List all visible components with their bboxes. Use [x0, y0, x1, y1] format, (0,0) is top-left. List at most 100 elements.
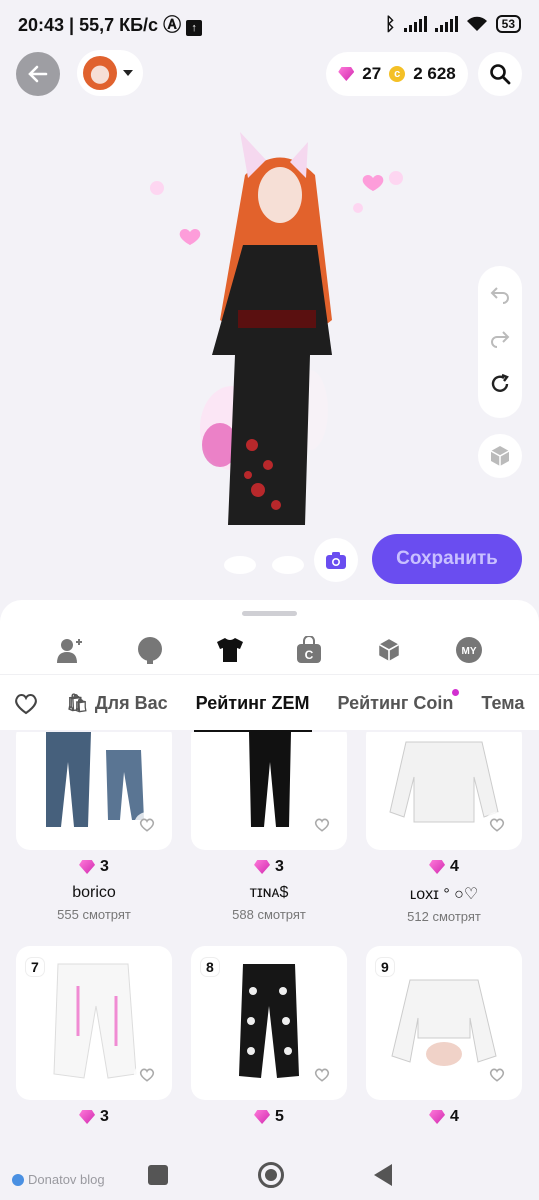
back-nav-button[interactable]: [373, 1164, 392, 1186]
undo-icon[interactable]: [489, 284, 511, 309]
obi-belt: [238, 310, 316, 328]
heart-icon[interactable]: [134, 812, 160, 838]
category-3d[interactable]: [369, 630, 409, 670]
heart-icon[interactable]: [309, 812, 335, 838]
heart-icon[interactable]: [134, 1062, 160, 1088]
item-card[interactable]: 8: [191, 946, 347, 1100]
coin-icon: c: [389, 66, 406, 82]
price-value: 3: [275, 858, 284, 875]
category-bar: C MY: [0, 626, 539, 674]
arrow-left-icon: [28, 65, 48, 83]
item-author[interactable]: ʟᴏxɪ ° ○♡: [358, 884, 530, 904]
item-info: 3: [8, 1108, 180, 1126]
tab-label: Для Вас: [94, 693, 168, 713]
tab-for-you[interactable]: 🛍 Для Вас: [52, 675, 182, 732]
svg-text:MY: MY: [462, 646, 477, 657]
camera-button[interactable]: [314, 538, 358, 582]
tab-rating-coin[interactable]: Рейтинг Coin: [324, 675, 468, 732]
status-left: 20:43 | 55,7 КБ/с Ⓐ ↑: [18, 11, 203, 37]
item-card[interactable]: [191, 732, 347, 850]
gem-icon: [338, 67, 355, 81]
currency-balance[interactable]: 27 c 2 628: [326, 52, 468, 96]
item-author[interactable]: borico: [8, 884, 180, 902]
gem-icon: [429, 1110, 446, 1124]
item-views: 512 смотрят: [407, 909, 481, 924]
rotate-3d-button[interactable]: [478, 434, 522, 478]
tab-favorites[interactable]: [0, 675, 52, 732]
save-button[interactable]: Сохранить: [372, 534, 522, 584]
status-bar: 20:43 | 55,7 КБ/с Ⓐ ↑ ᛒ 53: [0, 0, 539, 48]
heart-icon[interactable]: [484, 812, 510, 838]
shopping-bag-icon: 🛍: [66, 693, 89, 713]
my-icon: MY: [456, 637, 483, 663]
item-price: 3: [183, 858, 355, 876]
wifi-icon: [466, 16, 487, 31]
search-icon: [490, 64, 511, 85]
cube-icon: [490, 446, 510, 466]
item-views: 555 смотрят: [57, 907, 131, 922]
search-button[interactable]: [478, 52, 522, 96]
price-value: 4: [450, 1108, 459, 1125]
tab-label: Рейтинг Coin: [337, 693, 454, 713]
category-head[interactable]: [130, 630, 170, 670]
notification-dot: [452, 688, 460, 696]
item-card[interactable]: 9: [366, 946, 522, 1100]
sheet-drag-handle[interactable]: [242, 611, 297, 616]
category-coin-shop[interactable]: C: [289, 630, 329, 670]
item-price: 3: [8, 858, 180, 876]
redo-icon[interactable]: [489, 328, 511, 353]
back-button[interactable]: [16, 52, 60, 96]
signal-icon-2: [434, 16, 458, 32]
price-value: 4: [450, 858, 459, 875]
head-icon: [137, 637, 162, 664]
anarchy-icon: Ⓐ: [163, 15, 182, 35]
tab-label: Тема: [481, 693, 525, 713]
watermark: Donatov blog: [12, 1172, 105, 1187]
bluetooth-icon: ᛒ: [384, 13, 396, 34]
item-card[interactable]: [16, 732, 172, 850]
item-price: 3: [8, 1108, 180, 1126]
gem-icon: [254, 860, 271, 874]
tab-theme[interactable]: Тема: [467, 675, 538, 732]
category-avatar-add[interactable]: [50, 630, 90, 670]
shoes: [224, 556, 304, 574]
chevron-down-icon: [123, 70, 133, 76]
shopping-bag-coin-icon: C: [297, 636, 322, 663]
recents-button[interactable]: [147, 1165, 168, 1185]
rank-badge: 8: [201, 958, 219, 976]
heart-icon: [15, 693, 37, 714]
signal-icon: [403, 16, 427, 32]
coin-count: 2 628: [413, 64, 456, 83]
gem-count: 27: [362, 64, 382, 83]
price-value: 3: [100, 1108, 109, 1125]
category-my[interactable]: MY: [449, 630, 489, 670]
status-speed: 55,7 КБ/с: [79, 15, 159, 35]
price-value: 5: [275, 1108, 284, 1125]
gem-icon: [254, 1110, 271, 1124]
upload-icon: ↑: [186, 20, 203, 36]
tab-rating-zem[interactable]: Рейтинг ZEM: [182, 675, 324, 732]
item-card[interactable]: [366, 732, 522, 850]
reset-icon[interactable]: [489, 373, 511, 400]
svg-text:C: C: [305, 648, 314, 662]
rank-badge: 9: [376, 958, 394, 976]
home-button[interactable]: [257, 1162, 284, 1188]
rank-badge: 7: [26, 958, 44, 976]
item-card[interactable]: 7: [16, 946, 172, 1100]
camera-icon: [326, 552, 346, 569]
watermark-text: Donatov blog: [28, 1172, 105, 1187]
item-info: 5: [183, 1108, 355, 1126]
avatar-switcher[interactable]: [77, 50, 143, 96]
avatar: [83, 56, 117, 90]
status-right: ᛒ 53: [385, 14, 521, 35]
tab-label: Рейтинг ZEM: [195, 693, 310, 713]
avatar-preview[interactable]: [140, 120, 420, 590]
heart-icon[interactable]: [484, 1062, 510, 1088]
category-clothes[interactable]: [210, 630, 250, 670]
gem-icon: [429, 860, 446, 874]
edit-tools: [478, 266, 522, 418]
item-price: 4: [358, 858, 530, 876]
heart-icon[interactable]: [309, 1062, 335, 1088]
item-price: 5: [183, 1108, 355, 1126]
item-author[interactable]: ᴛɪɴᴀ$: [183, 884, 355, 902]
